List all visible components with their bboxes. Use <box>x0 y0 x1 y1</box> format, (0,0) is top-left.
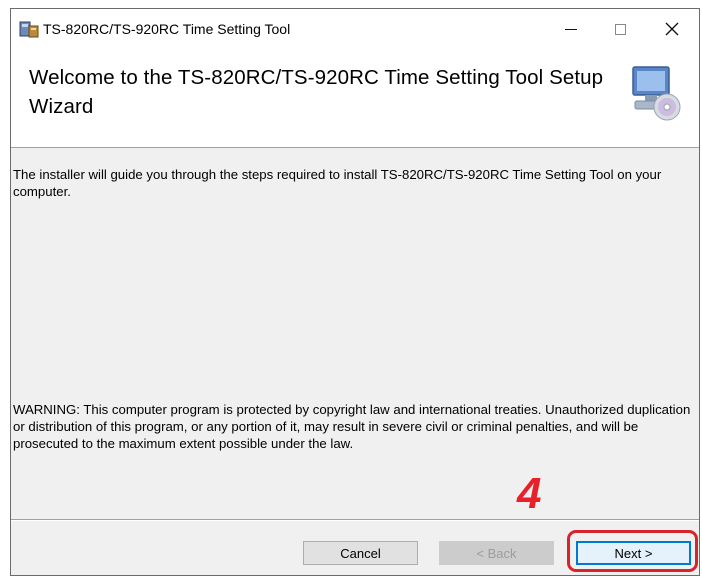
guide-text: The installer will guide you through the… <box>13 167 662 199</box>
next-button-highlight <box>567 530 698 572</box>
window-title: TS-820RC/TS-920RC Time Setting Tool <box>43 21 291 37</box>
installer-app-icon <box>19 21 39 38</box>
setup-wizard-window: TS-820RC/TS-920RC Time Setting Tool Welc… <box>10 8 700 576</box>
close-icon <box>665 22 679 36</box>
computer-cd-icon <box>632 66 681 121</box>
close-button[interactable] <box>649 9 695 49</box>
minimize-button[interactable] <box>548 9 594 49</box>
step-number-annotation: 4 <box>517 469 542 518</box>
maximize-icon <box>614 23 626 35</box>
back-button[interactable]: < Back <box>439 541 554 565</box>
footer-divider <box>11 519 699 521</box>
maximize-button[interactable] <box>597 9 643 49</box>
wizard-header: Welcome to the TS-820RC/TS-920RC Time Se… <box>11 49 699 148</box>
welcome-heading: Welcome to the TS-820RC/TS-920RC Time Se… <box>29 66 604 118</box>
wizard-body: The installer will guide you through the… <box>11 148 699 518</box>
copyright-warning: WARNING: This computer program is protec… <box>13 402 691 451</box>
cancel-button[interactable]: Cancel <box>303 541 418 565</box>
title-bar[interactable]: TS-820RC/TS-920RC Time Setting Tool <box>11 9 699 49</box>
minimize-icon <box>565 28 577 30</box>
